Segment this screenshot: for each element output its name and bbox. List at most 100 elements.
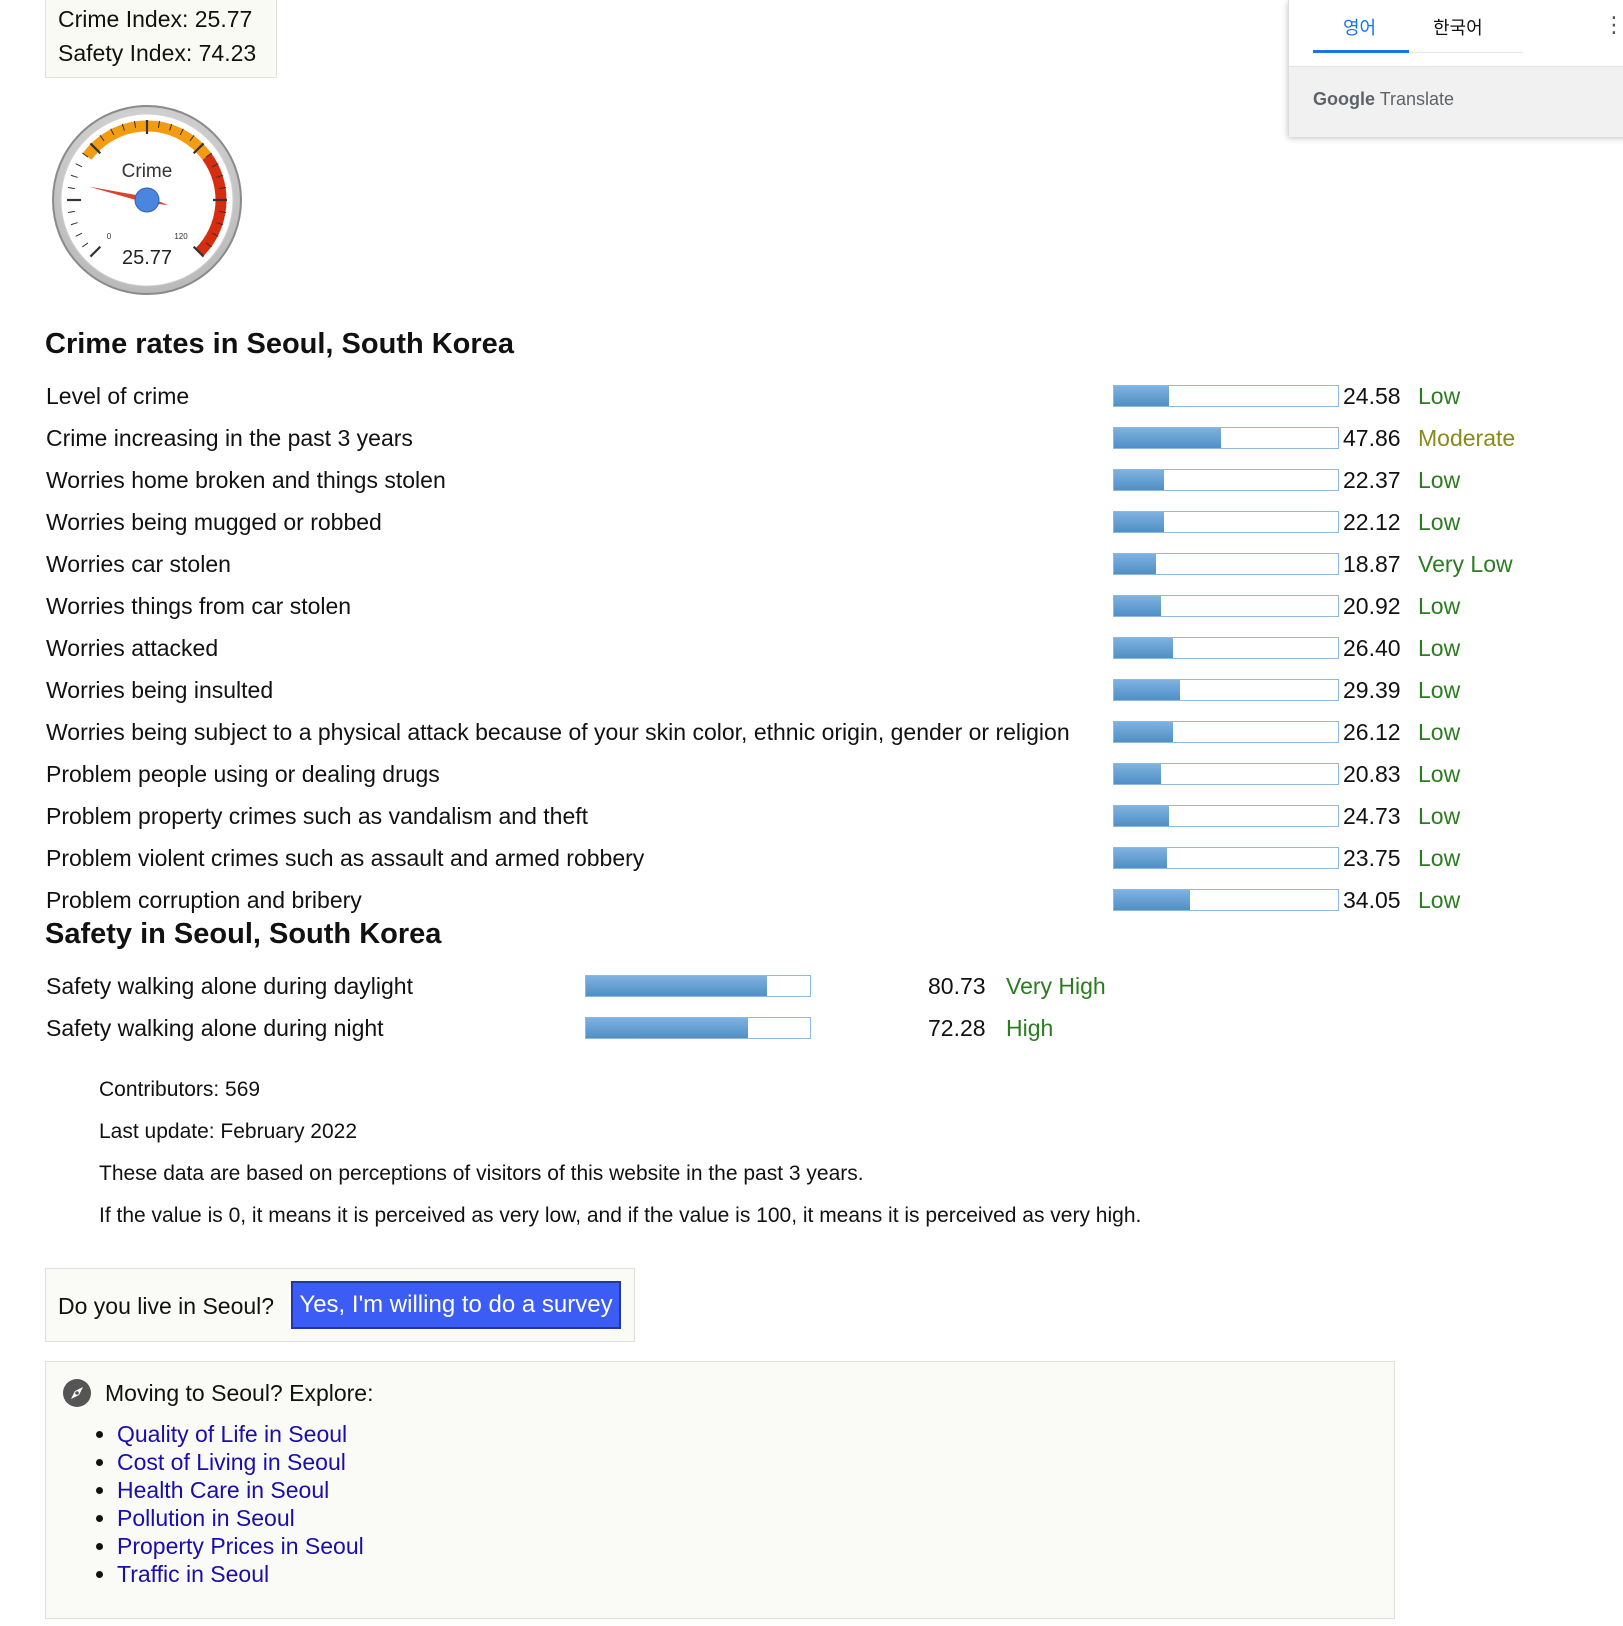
active-tab-indicator	[1313, 50, 1409, 53]
crime-row-bar-fill	[1114, 428, 1222, 448]
link-property-prices[interactable]: Property Prices in Seoul	[117, 1533, 364, 1559]
crime-row-bar	[1113, 595, 1339, 617]
gauge-hub	[134, 187, 160, 213]
crime-row-value: 26.40	[1343, 635, 1401, 661]
crime-row-label: Worries being insulted	[46, 677, 274, 703]
crime-row-bar	[1113, 511, 1339, 533]
crime-row-level: Low	[1418, 593, 1461, 619]
crime-row-label: Worries attacked	[46, 635, 219, 661]
crime-row: Problem property crimes such as vandalis…	[45, 795, 1545, 837]
crime-row-bar	[1113, 847, 1339, 869]
crime-row-value: 26.12	[1343, 719, 1401, 745]
crime-row-value: 24.73	[1343, 803, 1401, 829]
list-item: Traffic in Seoul	[117, 1560, 364, 1588]
explore-box: Moving to Seoul? Explore: Quality of Lif…	[45, 1361, 1395, 1619]
crime-row-bar-fill	[1114, 554, 1157, 574]
crime-row-bar-fill	[1114, 386, 1170, 406]
crime-row-value: 20.83	[1343, 761, 1401, 787]
crime-row-label: Worries car stolen	[46, 551, 231, 577]
crime-row-level: Low	[1418, 803, 1461, 829]
list-item: Cost of Living in Seoul	[117, 1448, 364, 1476]
crime-row-label: Worries being subject to a physical atta…	[46, 719, 1070, 745]
crime-row-label: Worries being mugged or robbed	[46, 509, 382, 535]
crime-row: Worries things from car stolen 20.92 Low	[45, 585, 1545, 627]
explore-title: Moving to Seoul? Explore:	[105, 1380, 374, 1406]
crime-row: Problem corruption and bribery 34.05 Low	[45, 879, 1545, 921]
crime-row-value: 20.92	[1343, 593, 1401, 619]
crime-row: Crime increasing in the past 3 years 47.8…	[45, 417, 1545, 459]
list-item: Pollution in Seoul	[117, 1504, 364, 1532]
crime-row-value: 47.86	[1343, 425, 1401, 451]
tab-korean[interactable]: 한국어	[1433, 14, 1483, 40]
crime-row-level: Moderate	[1418, 425, 1516, 451]
crime-row: Worries car stolen 18.87 Very Low	[45, 543, 1545, 585]
survey-box: Do you live in Seoul? Yes, I'm willing t…	[45, 1268, 635, 1342]
crime-row-bar	[1113, 889, 1339, 911]
safety-row-level: High	[1006, 1015, 1054, 1041]
crime-row-bar-fill	[1114, 470, 1165, 490]
crime-row: Level of crime 24.58 Low	[45, 375, 1545, 417]
crime-rates-heading: Crime rates in Seoul, South Korea	[45, 328, 514, 360]
crime-row-bar	[1113, 679, 1339, 701]
safety-row-bar	[585, 1017, 811, 1039]
safety-heading: Safety in Seoul, South Korea	[45, 918, 442, 950]
crime-row-label: Worries home broken and things stolen	[46, 467, 446, 493]
tab-english[interactable]: 영어	[1343, 14, 1376, 40]
crime-row-value: 34.05	[1343, 887, 1401, 913]
crime-row-label: Problem property crimes such as vandalis…	[46, 803, 589, 829]
crime-row: Worries home broken and things stolen 22.…	[45, 459, 1545, 501]
gauge-value-text: 25.77	[122, 247, 172, 269]
link-quality-of-life[interactable]: Quality of Life in Seoul	[117, 1421, 347, 1447]
crime-row-bar	[1113, 805, 1339, 827]
crime-row-bar-fill	[1114, 848, 1168, 868]
crime-index-line: Crime Index: 25.77	[58, 2, 276, 36]
safety-row: Safety walking alone during daylight 80.7…	[45, 965, 1245, 1007]
crime-row-level: Low	[1418, 845, 1461, 871]
crime-index-label: Crime Index:	[58, 6, 189, 32]
perception-note: These data are based on perceptions of v…	[99, 1162, 864, 1185]
crime-row-level: Low	[1418, 509, 1461, 535]
crime-row-value: 18.87	[1343, 551, 1401, 577]
crime-row: Worries attacked 26.40 Low	[45, 627, 1545, 669]
survey-question: Do you live in Seoul?	[58, 1293, 275, 1319]
crime-gauge: Crime 0 120 25.77	[52, 105, 242, 295]
crime-row-label: Problem violent crimes such as assault a…	[46, 845, 645, 871]
link-health-care[interactable]: Health Care in Seoul	[117, 1477, 329, 1503]
crime-row-bar-fill	[1114, 638, 1174, 658]
index-summary-box: Crime Index: 25.77 Safety Index: 74.23	[45, 0, 277, 78]
crime-row-bar-fill	[1114, 890, 1191, 910]
crime-rates-table: Level of crime 24.58 Low Crime increasing i…	[45, 375, 1545, 921]
list-item: Property Prices in Seoul	[117, 1532, 364, 1560]
crime-row-bar-fill	[1114, 596, 1161, 616]
gauge-max-label: 120	[174, 232, 188, 241]
crime-row-level: Low	[1418, 887, 1461, 913]
scale-note: If the value is 0, it means it is percei…	[99, 1204, 1142, 1227]
compass-icon	[63, 1379, 91, 1407]
more-options-icon[interactable]: ⋮	[1603, 12, 1623, 38]
safety-row-bar-fill	[586, 1018, 748, 1038]
crime-row-level: Low	[1418, 761, 1461, 787]
contributors-text: Contributors: 569	[99, 1078, 261, 1101]
safety-row-label: Safety walking alone during night	[46, 1015, 384, 1041]
crime-row-bar	[1113, 763, 1339, 785]
crime-row-bar-fill	[1114, 764, 1161, 784]
safety-row-level: Very High	[1006, 973, 1106, 999]
safety-row-value: 80.73	[928, 973, 986, 999]
survey-button[interactable]: Yes, I'm willing to do a survey	[291, 1281, 621, 1329]
link-pollution[interactable]: Pollution in Seoul	[117, 1505, 295, 1531]
crime-row-bar-fill	[1114, 806, 1170, 826]
crime-row-label: Level of crime	[46, 383, 190, 409]
safety-index-value: 74.23	[198, 40, 257, 66]
google-translate-popup: 영어 한국어 ⋮ Google Translate	[1288, 0, 1623, 137]
explore-links-list: Quality of Life in Seoul Cost of Living …	[71, 1420, 364, 1588]
list-item: Health Care in Seoul	[117, 1476, 364, 1504]
crime-row: Problem people using or dealing drugs 20.…	[45, 753, 1545, 795]
data-info: Contributors: 569 Last update: February …	[99, 1069, 1141, 1237]
translate-footer: Google Translate	[1289, 66, 1623, 137]
link-cost-of-living[interactable]: Cost of Living in Seoul	[117, 1449, 346, 1475]
safety-row-bar-fill	[586, 976, 767, 996]
crime-row-level: Low	[1418, 677, 1461, 703]
link-traffic[interactable]: Traffic in Seoul	[117, 1561, 269, 1587]
crime-row-bar-fill	[1114, 722, 1173, 742]
crime-row-level: Low	[1418, 383, 1461, 409]
